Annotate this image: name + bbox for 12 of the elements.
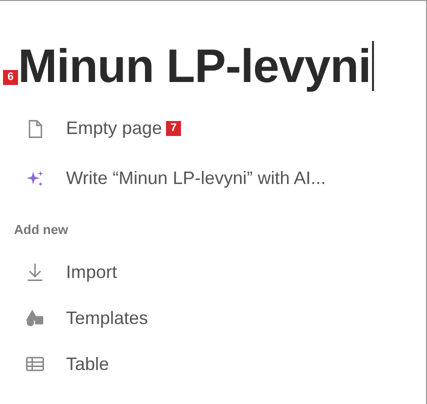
menu-item[interactable]: Empty page 7	[0, 104, 426, 154]
item-label: Empty page	[66, 117, 162, 140]
number-badge: 7	[166, 121, 182, 136]
number-badge: 6	[3, 70, 18, 85]
menu-item[interactable]: Import	[0, 249, 426, 296]
item-label: Write “Minun LP-levyni” with AI...	[66, 167, 326, 190]
menu-item[interactable]: Table	[0, 341, 426, 388]
text-cursor	[372, 41, 374, 92]
section-label: Add new	[13, 220, 70, 239]
menu-item[interactable]: Templates	[0, 295, 426, 342]
page-title[interactable]: Minun LP-levyni	[18, 37, 371, 96]
menu-item[interactable]: Write “Minun LP-levyni” with AI...	[0, 154, 426, 204]
